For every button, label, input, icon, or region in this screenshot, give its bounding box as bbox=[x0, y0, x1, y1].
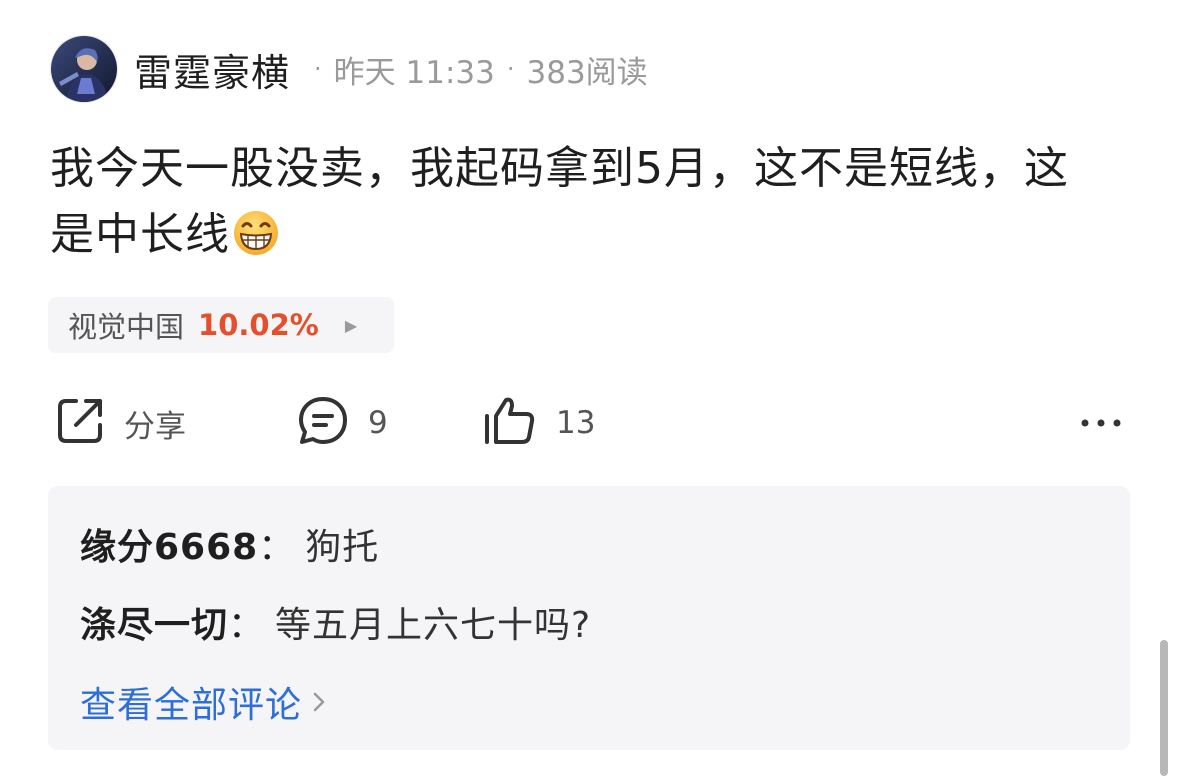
like-button[interactable]: 13 bbox=[482, 394, 595, 452]
comment-button[interactable]: 9 bbox=[296, 394, 388, 452]
comment-user[interactable]: 涤尽一切 bbox=[80, 605, 228, 646]
comment-colon: ： bbox=[228, 605, 266, 646]
chevron-right-icon bbox=[312, 682, 326, 723]
read-count: 383阅读 bbox=[526, 54, 648, 91]
meta-separator: · bbox=[314, 55, 322, 83]
view-all-label: 查看全部评论 bbox=[80, 685, 303, 726]
view-all-comments-link[interactable]: 查看全部评论 bbox=[80, 676, 326, 728]
comment-item[interactable]: 缘分6668： 狗托 bbox=[80, 518, 379, 570]
post-header: 雷霆豪横 · 昨天 11:33 · 383阅读 bbox=[50, 34, 648, 104]
author-name[interactable]: 雷霆豪横 bbox=[134, 42, 290, 97]
thumbs-up-icon bbox=[482, 394, 538, 452]
comment-item[interactable]: 涤尽一切： 等五月上六七十吗? bbox=[80, 596, 591, 648]
comments-preview: 缘分6668： 狗托 涤尽一切： 等五月上六七十吗? 查看全部评论 bbox=[48, 486, 1130, 750]
comment-colon: ： bbox=[258, 527, 296, 568]
post-meta: · 昨天 11:33 · 383阅读 bbox=[302, 47, 648, 92]
like-count: 13 bbox=[556, 405, 596, 441]
play-arrow-icon: ▶ bbox=[344, 315, 358, 335]
more-dots-icon bbox=[1080, 414, 1126, 433]
share-button[interactable]: 分享 bbox=[54, 394, 186, 452]
scrollbar[interactable] bbox=[1160, 640, 1168, 776]
action-bar: 分享 9 13 bbox=[50, 394, 1130, 452]
comment-text: 等五月上六七十吗? bbox=[275, 605, 592, 646]
post-text: 我今天一股没卖，我起码拿到5月，这不是短线，这是中长线 bbox=[50, 143, 1069, 260]
post-body: 我今天一股没卖，我起码拿到5月，这不是短线，这是中长线 bbox=[50, 136, 1090, 268]
grinning-face-icon bbox=[232, 209, 280, 257]
share-icon bbox=[54, 395, 106, 451]
share-label: 分享 bbox=[124, 408, 186, 445]
stock-change: 10.02% bbox=[198, 308, 319, 342]
meta-separator: · bbox=[506, 55, 515, 83]
stock-tag[interactable]: 视觉中国 10.02% ▶ bbox=[48, 297, 394, 353]
stock-name: 视觉中国 bbox=[68, 310, 185, 344]
author-avatar[interactable] bbox=[50, 35, 118, 103]
comment-count: 9 bbox=[368, 405, 388, 441]
post-time: 昨天 11:33 bbox=[333, 54, 495, 91]
comment-user[interactable]: 缘分6668 bbox=[80, 527, 258, 568]
comment-bubble-icon bbox=[296, 394, 350, 452]
comment-text: 狗托 bbox=[305, 527, 380, 568]
more-options-button[interactable] bbox=[1080, 394, 1126, 452]
